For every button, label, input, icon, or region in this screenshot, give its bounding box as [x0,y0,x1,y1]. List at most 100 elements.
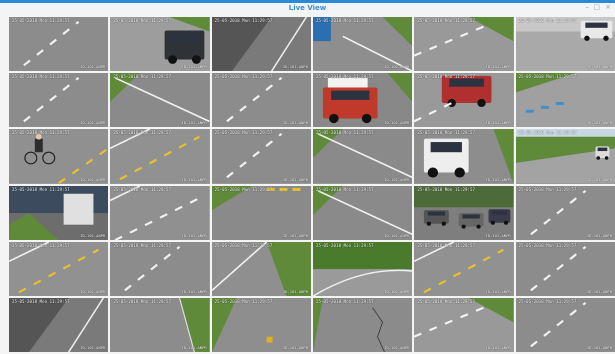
camera-timestamp: 25-05-2018 Mon 11:29:57 [518,74,577,80]
camera-feed [515,297,615,352]
camera-tile[interactable]: 25-05-2018 Mon 11:29:57 ID-101-ANPR [110,185,210,240]
camera-id: ID-101-ANPR [282,64,308,70]
camera-tile[interactable]: 25-05-2018 Mon 11:29:57 ID-101-ANPR [515,17,615,72]
camera-tile[interactable]: 25-05-2018 Mon 11:29:57 ID-101-ANPR [313,17,413,72]
camera-feed [211,241,311,296]
camera-timestamp: 25-05-2018 Mon 11:29:57 [113,298,172,304]
camera-tile[interactable]: 25-05-2018 Mon 11:29:57 ID-101-ANPR [414,73,514,128]
camera-timestamp: 25-05-2018 Mon 11:29:57 [518,298,577,304]
camera-feed [110,297,210,352]
camera-tile[interactable]: 25-05-2018 Mon 11:29:57 ID-101-ANPR [9,129,109,184]
camera-grid: 25-05-2018 Mon 11:29:57 ID-101-ANPR 25-05-… [9,17,615,352]
camera-tile[interactable]: 25-05-2018 Mon 11:29:57 ID-101-ANPR [211,17,311,72]
camera-tile[interactable]: 25-05-2018 Mon 11:29:57 ID-101-ANPR [414,129,514,184]
camera-tile[interactable]: 25-05-2018 Mon 11:29:57 ID-101-ANPR [9,297,109,352]
close-icon[interactable]: × [605,3,611,11]
camera-timestamp: 25-05-2018 Mon 11:29:57 [214,18,273,23]
camera-tile[interactable]: 25-05-2018 Mon 11:29:57 ID-101-ANPR [313,129,413,184]
camera-feed [313,297,413,352]
camera-timestamp: 25-05-2018 Mon 11:29:57 [214,298,273,304]
camera-tile[interactable]: 25-05-2018 Mon 11:29:57 ID-101-ANPR [313,297,413,352]
camera-id: ID-101-ANPR [282,345,308,350]
camera-tile[interactable]: 25-05-2018 Mon 11:29:57 ID-101-ANPR [515,73,615,128]
camera-tile[interactable]: 25-05-2018 Mon 11:29:57 ID-101-ANPR [515,129,615,184]
camera-id: ID-101-ANPR [181,120,207,126]
camera-tile[interactable]: 25-05-2018 Mon 11:29:57 ID-101-ANPR [414,185,514,240]
camera-tile[interactable]: 25-05-2018 Mon 11:29:57 ID-101-ANPR [515,297,615,352]
title-bar: Live View – □ × [0,0,615,13]
camera-id: ID-101-ANPR [181,232,207,238]
camera-timestamp: 25-05-2018 Mon 11:29:57 [316,18,374,23]
camera-feed [110,241,210,296]
camera-id: ID-101-ANPR [384,345,410,350]
camera-timestamp: 25-05-2018 Mon 11:29:57 [12,298,70,304]
camera-timestamp: 25-05-2018 Mon 11:29:57 [417,74,476,80]
camera-id: ID-101-ANPR [282,120,308,126]
camera-timestamp: 25-05-2018 Mon 11:29:57 [417,242,476,248]
camera-tile[interactable]: 25-05-2018 Mon 11:29:57 ID-101-ANPR [110,129,210,184]
camera-tile[interactable]: 25-05-2018 Mon 11:29:57 ID-101-ANPR [110,297,210,352]
minimize-icon[interactable]: – [586,3,590,11]
camera-timestamp: 25-05-2018 Mon 11:29:57 [518,18,577,23]
camera-feed [313,241,413,296]
camera-id: ID-101-ANPR [181,64,207,70]
camera-feed [110,129,210,184]
camera-timestamp: 25-05-2018 Mon 11:29:57 [113,130,172,136]
camera-feed [211,297,311,352]
camera-feed [9,241,109,296]
camera-id: ID-101-ANPR [80,176,106,182]
camera-timestamp: 25-05-2018 Mon 11:29:57 [113,242,172,248]
camera-tile[interactable]: 25-05-2018 Mon 11:29:57 ID-101-ANPR [211,241,311,296]
camera-id: ID-101-ANPR [485,120,511,126]
camera-tile[interactable]: 25-05-2018 Mon 11:29:57 ID-101-ANPR [313,241,413,296]
camera-timestamp: 25-05-2018 Mon 11:29:57 [214,74,273,80]
camera-timestamp: 25-05-2018 Mon 11:29:57 [417,298,476,304]
camera-id: ID-101-ANPR [80,64,106,70]
camera-timestamp: 25-05-2018 Mon 11:29:57 [214,186,273,192]
camera-timestamp: 25-05-2018 Mon 11:29:57 [12,186,70,192]
camera-feed [9,129,109,184]
camera-tile[interactable]: 25-05-2018 Mon 11:29:57 ID-101-ANPR [9,185,109,240]
camera-tile[interactable]: 25-05-2018 Mon 11:29:57 ID-101-ANPR [110,73,210,128]
camera-tile[interactable]: 25-05-2018 Mon 11:29:57 ID-101-ANPR [211,129,311,184]
camera-tile[interactable]: 25-05-2018 Mon 11:29:57 ID-101-ANPR [211,297,311,352]
camera-timestamp: 25-05-2018 Mon 11:29:57 [417,130,476,136]
camera-tile[interactable]: 25-05-2018 Mon 11:29:57 ID-101-ANPR [414,241,514,296]
maximize-icon[interactable]: □ [593,3,600,11]
window-title: Live View [288,4,327,12]
camera-id: ID-101-ANPR [80,232,106,238]
camera-timestamp: 25-05-2018 Mon 11:29:57 [417,186,476,192]
camera-tile[interactable]: 25-05-2018 Mon 11:29:57 ID-101-ANPR [9,241,109,296]
camera-tile[interactable]: 25-05-2018 Mon 11:29:57 ID-101-ANPR [9,73,109,128]
camera-tile[interactable]: 25-05-2018 Mon 11:29:57 ID-101-ANPR [110,17,210,72]
camera-timestamp: 25-05-2018 Mon 11:29:57 [214,242,273,248]
live-view-window: Live View – □ × 25-05-2018 Mon 11:29:57 I… [0,0,615,354]
camera-timestamp: 25-05-2018 Mon 11:29:57 [214,130,273,136]
camera-tile[interactable]: 25-05-2018 Mon 11:29:57 ID-101-ANPR [313,185,413,240]
camera-tile[interactable]: 25-05-2018 Mon 11:29:57 ID-101-ANPR [110,241,210,296]
camera-id: ID-101-ANPR [181,288,207,294]
camera-feed [515,129,615,184]
camera-tile[interactable]: 25-05-2018 Mon 11:29:57 ID-101-ANPR [211,185,311,240]
camera-tile[interactable]: 25-05-2018 Mon 11:29:57 ID-101-ANPR [211,73,311,128]
camera-timestamp: 25-05-2018 Mon 11:29:57 [12,242,70,248]
camera-tile[interactable]: 25-05-2018 Mon 11:29:57 ID-101-ANPR [414,297,514,352]
camera-id: ID-101-ANPR [384,232,410,238]
camera-tile[interactable]: 25-05-2018 Mon 11:29:57 ID-101-ANPR [515,241,615,296]
camera-id: ID-101-ANPR [80,120,106,126]
camera-tile[interactable]: 25-05-2018 Mon 11:29:57 ID-101-ANPR [515,185,615,240]
camera-feed [110,185,210,240]
camera-timestamp: 25-05-2018 Mon 11:29:57 [316,242,374,248]
camera-id: ID-101-ANPR [586,288,612,294]
camera-id: ID-101-ANPR [282,288,308,294]
camera-id: ID-101-ANPR [384,64,410,70]
camera-id: ID-101-ANPR [485,232,511,238]
camera-tile[interactable]: 25-05-2018 Mon 11:29:57 ID-101-ANPR [414,17,514,72]
camera-feed [313,185,413,240]
camera-id: ID-101-ANPR [181,176,207,182]
camera-timestamp: 25-05-2018 Mon 11:29:57 [518,242,577,248]
camera-tile[interactable]: 25-05-2018 Mon 11:29:57 ID-101-ANPR [9,17,109,72]
camera-tile[interactable]: 25-05-2018 Mon 11:29:57 ID-101-ANPR [313,73,413,128]
camera-id: ID-101-ANPR [586,176,612,182]
camera-id: ID-101-ANPR [80,288,106,294]
